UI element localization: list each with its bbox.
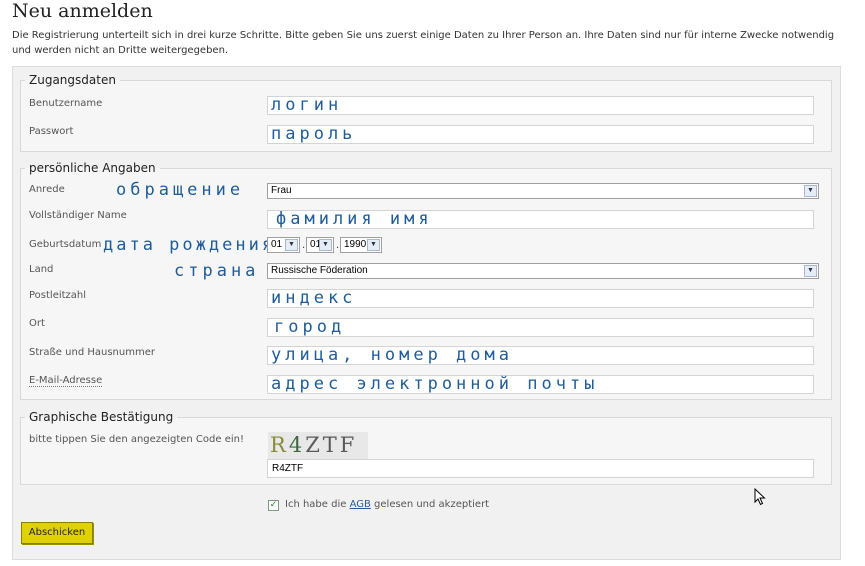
- zip-note: индекс: [271, 288, 357, 308]
- password-label: Passwort: [29, 126, 74, 137]
- access-legend: Zugangsdaten: [29, 73, 116, 87]
- date-separator: .: [336, 240, 340, 251]
- zip-label: Postleitzahl: [29, 290, 87, 301]
- username-input[interactable]: [267, 96, 814, 115]
- submit-button[interactable]: Abschicken: [21, 522, 93, 544]
- password-note: пароль: [271, 124, 357, 144]
- country-note: страна: [174, 261, 260, 281]
- captcha-image: R4ZTF: [268, 432, 368, 459]
- country-select[interactable]: Russische Föderation ▼: [267, 263, 819, 279]
- salutation-note: обращение: [116, 180, 245, 200]
- captcha-prompt: bitte tippen Sie den angezeigten Code ei…: [29, 434, 244, 445]
- street-label: Straße und Hausnummer: [29, 347, 155, 358]
- country-label: Land: [29, 264, 54, 275]
- birth-day-select[interactable]: 01 ▼: [267, 237, 300, 253]
- city-note: город: [274, 317, 346, 337]
- salutation-value: Frau: [271, 185, 292, 196]
- birth-month-select[interactable]: 01 ▼: [306, 237, 334, 253]
- captcha-input[interactable]: R4ZTF: [267, 459, 814, 478]
- chevron-down-icon[interactable]: ▼: [285, 239, 298, 251]
- page-title: Neu anmelden: [12, 0, 153, 22]
- username-label: Benutzername: [29, 98, 103, 109]
- city-label: Ort: [29, 318, 45, 329]
- fullname-note: фамилия имя: [276, 209, 433, 229]
- date-separator: .: [302, 240, 306, 251]
- country-value: Russische Föderation: [271, 265, 368, 276]
- city-input[interactable]: [267, 318, 814, 337]
- intro-text: Die Registrierung unterteilt sich in dre…: [12, 30, 835, 56]
- chevron-down-icon[interactable]: ▼: [804, 265, 817, 277]
- agb-link[interactable]: AGB: [350, 499, 371, 510]
- mouse-cursor-icon: [754, 488, 766, 506]
- agb-text: Ich habe die AGB gelesen und akzeptiert: [285, 499, 490, 510]
- salutation-label: Anrede: [29, 184, 65, 195]
- street-note: улица, номер дома: [271, 345, 513, 365]
- agb-checkbox[interactable]: ✓: [268, 500, 279, 511]
- chevron-down-icon[interactable]: ▼: [804, 185, 817, 197]
- chevron-down-icon[interactable]: ▼: [367, 239, 380, 251]
- fullname-label: Vollständiger Name: [29, 210, 127, 221]
- birth-day-value: 01: [271, 239, 283, 250]
- salutation-select[interactable]: Frau ▼: [267, 183, 819, 199]
- personal-legend: persönliche Angaben: [29, 161, 156, 175]
- birth-year-select[interactable]: 1990 ▼: [340, 237, 382, 253]
- email-note: адрес электронной почты: [271, 374, 599, 394]
- birth-year-value: 1990: [344, 239, 367, 250]
- chevron-down-icon[interactable]: ▼: [319, 239, 332, 251]
- email-label: E-Mail-Adresse: [29, 375, 103, 387]
- username-note: логин: [271, 95, 343, 115]
- birthdate-note: дата рождения: [103, 235, 276, 255]
- captcha-legend: Graphische Bestätigung: [29, 410, 174, 424]
- birthdate-label: Geburtsdatum: [29, 239, 102, 250]
